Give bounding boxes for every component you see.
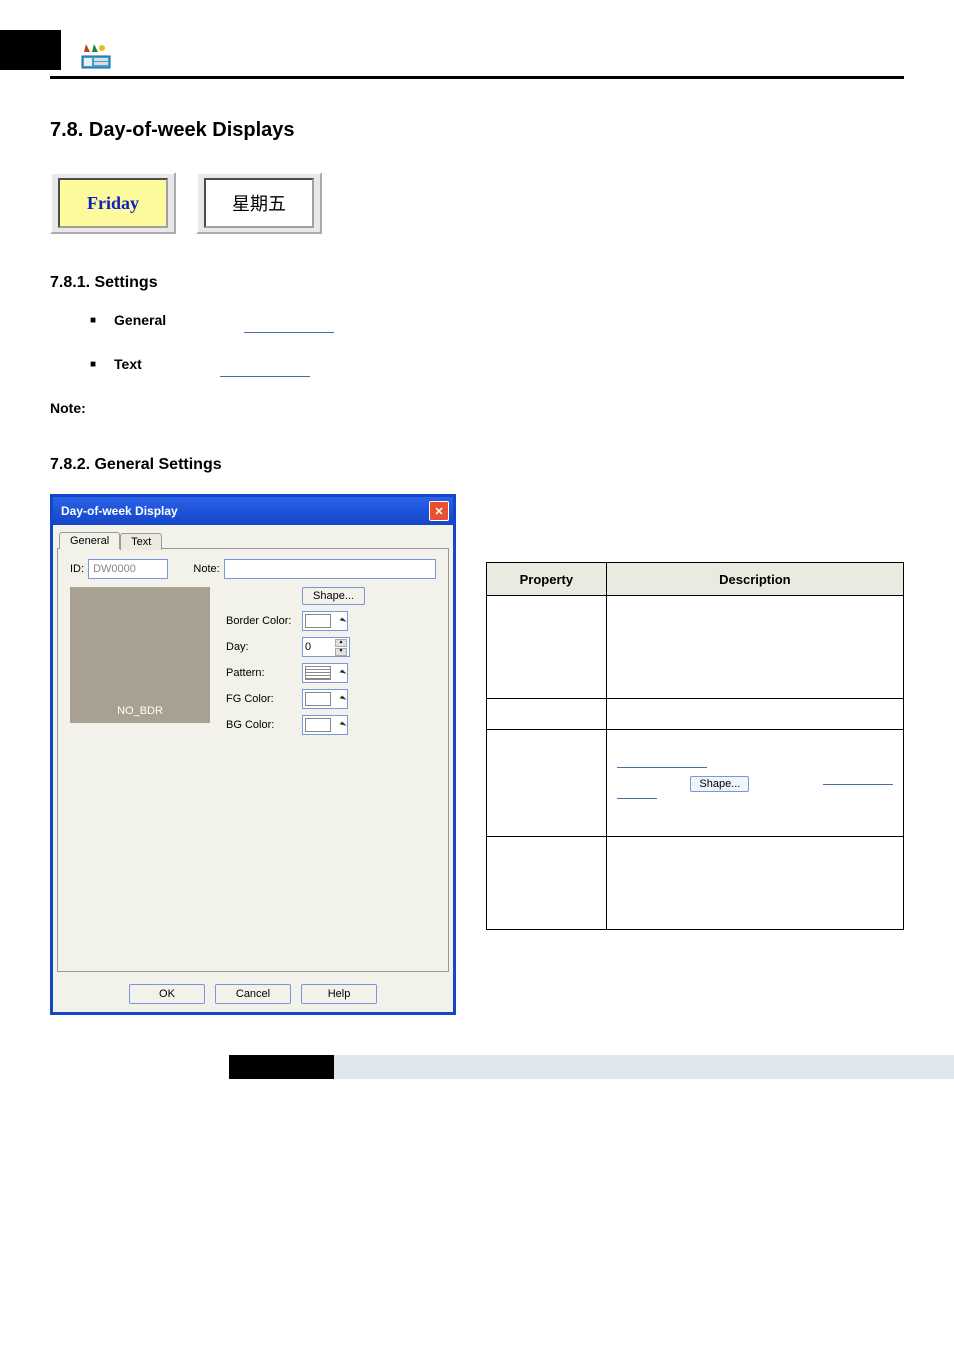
bullet-square-icon: ■ (90, 359, 96, 370)
border-color-picker[interactable] (302, 611, 348, 631)
shape-preview: NO_BDR (70, 587, 210, 723)
tab-general[interactable]: General (59, 532, 120, 549)
ok-button[interactable]: OK (129, 984, 205, 1004)
bg-color-label: BG Color: (226, 719, 296, 731)
general-settings-subtitle: 7.8.2. General Settings (50, 456, 904, 474)
bg-color-picker[interactable] (302, 715, 348, 735)
shape-button[interactable]: Shape... (302, 587, 365, 605)
day-of-week-dialog: Day-of-week Display ✕ General Text ID: N… (50, 494, 456, 1015)
fg-color-picker[interactable] (302, 689, 348, 709)
example-displays: Friday 星期五 (50, 172, 904, 234)
id-label: ID: (70, 563, 84, 575)
pattern-label: Pattern: (226, 667, 296, 679)
bullet-square-icon: ■ (90, 315, 96, 326)
shape-button-inline[interactable]: Shape... (690, 776, 749, 792)
fg-color-label: FG Color: (226, 693, 296, 705)
cancel-button[interactable]: Cancel (215, 984, 291, 1004)
tools-icon (80, 42, 112, 70)
dialog-titlebar[interactable]: Day-of-week Display ✕ (53, 497, 453, 525)
link-underline[interactable] (244, 328, 334, 333)
day-spinner[interactable]: 0 ▲▼ (302, 637, 350, 657)
link-underline[interactable] (220, 372, 310, 377)
spin-down-icon[interactable]: ▼ (335, 648, 347, 656)
header-icons (80, 42, 112, 70)
settings-link-list: ■ General ■ Text (90, 312, 904, 372)
id-field[interactable] (88, 559, 168, 579)
settings-subtitle: 7.8.1. Settings (50, 274, 904, 292)
dialog-footer: OK Cancel Help (53, 978, 453, 1012)
spin-up-icon[interactable]: ▲ (335, 639, 347, 647)
example-cjk-box: 星期五 (196, 172, 322, 234)
note-label-field: Note: (193, 563, 219, 575)
table-row: Shape... (487, 730, 904, 837)
tab-text[interactable]: Text (120, 533, 162, 550)
note-field[interactable] (224, 559, 436, 579)
table-row (487, 596, 904, 699)
day-label: Day: (226, 641, 296, 653)
link-underline[interactable] (617, 798, 657, 799)
bullet-general: General (114, 312, 166, 328)
table-row (487, 837, 904, 930)
help-button[interactable]: Help (301, 984, 377, 1004)
tab-panel-general: ID: Note: NO_BDR Shape... (57, 548, 449, 972)
property-table: Property Description (486, 562, 904, 930)
page-header-rule (50, 30, 904, 79)
page-footer-strip (0, 1055, 954, 1079)
th-description: Description (606, 563, 903, 596)
border-color-label: Border Color: (226, 615, 296, 627)
preview-text: NO_BDR (117, 705, 163, 717)
header-black-block (0, 30, 61, 70)
bullet-text: Text (114, 356, 142, 372)
section-title: 7.8. Day-of-week Displays (50, 119, 904, 142)
th-property: Property (487, 563, 607, 596)
pattern-picker[interactable] (302, 663, 348, 683)
example-cjk-text: 星期五 (204, 178, 314, 228)
close-icon[interactable]: ✕ (429, 501, 449, 521)
table-row (487, 699, 904, 730)
example-friday-box: Friday (50, 172, 176, 234)
dialog-title: Day-of-week Display (61, 504, 178, 518)
link-underline[interactable] (823, 784, 893, 785)
example-friday-text: Friday (58, 178, 168, 228)
link-underline[interactable] (617, 767, 707, 768)
tab-strip: General Text (59, 532, 453, 549)
day-value: 0 (305, 641, 311, 653)
note-label: Note: (50, 400, 904, 416)
